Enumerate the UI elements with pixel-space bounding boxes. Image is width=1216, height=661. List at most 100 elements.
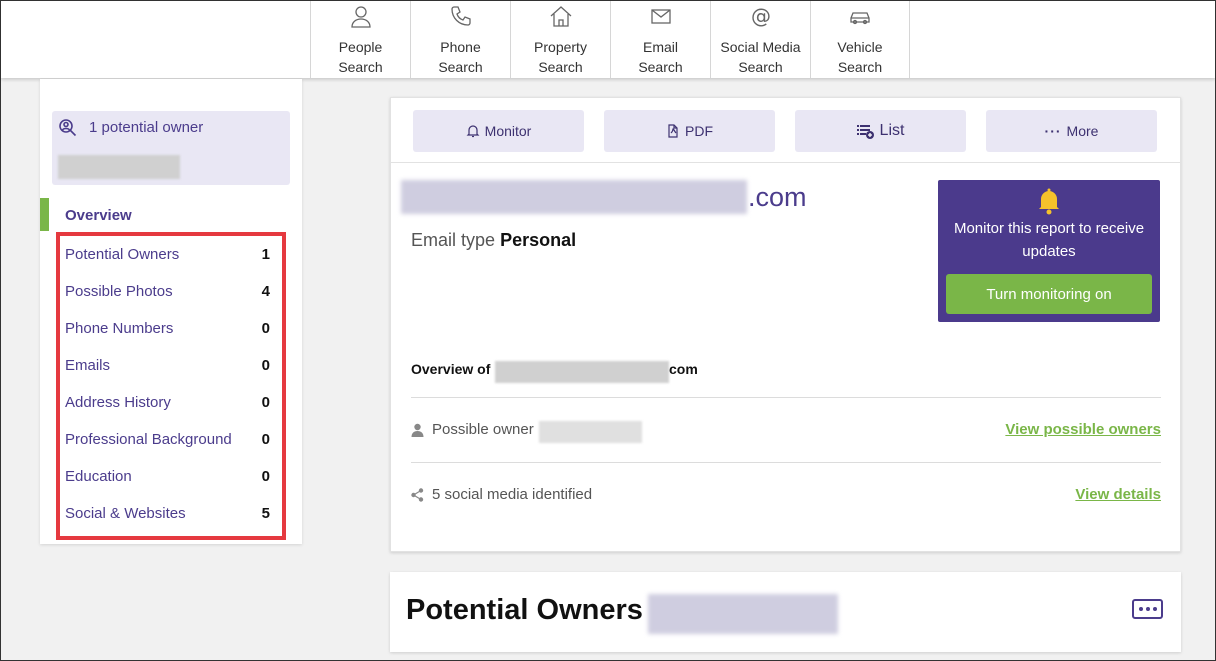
view-details-link[interactable]: View details <box>1075 486 1161 503</box>
pdf-button-label: PDF <box>685 123 713 139</box>
sidebar-item-count: 0 <box>261 467 270 485</box>
report-sidebar: 1 potential owner Overview Potential Own… <box>40 79 302 544</box>
divider <box>411 397 1161 398</box>
envelope-icon <box>650 9 671 24</box>
email-type-value: Personal <box>500 230 577 250</box>
car-icon <box>850 12 870 25</box>
ellipsis-dot <box>1152 607 1157 611</box>
phone-icon <box>450 6 471 26</box>
bell-icon <box>466 125 480 138</box>
sidebar-item-label: Address History <box>65 393 171 411</box>
share-icon <box>411 488 424 502</box>
pdf-file-icon <box>668 124 678 138</box>
active-indicator <box>40 198 49 231</box>
top-navigation: People Search Phone Search Property Sear… <box>1 1 1215 78</box>
nav-tab-social-media-search[interactable]: @ Social Media Search <box>710 1 810 78</box>
redacted-owner-name <box>58 155 180 179</box>
sidebar-item-label: Social & Websites <box>65 504 186 522</box>
potential-owner-count: 1 potential owner <box>89 119 204 136</box>
sidebar-item-label: Possible Photos <box>65 282 173 300</box>
nav-tab-label: Vehicle <box>837 39 883 55</box>
potential-owners-section: Potential Owners <box>390 572 1181 652</box>
possible-owner-row: Possible owner View possible owners <box>411 419 1161 443</box>
view-possible-owners-link[interactable]: View possible owners <box>1005 421 1161 438</box>
at-sign-icon: @ <box>751 4 771 28</box>
monitor-panel: Monitor this report to receive updates T… <box>938 180 1160 322</box>
report-toolbar: Monitor PDF List ··· More <box>391 98 1180 163</box>
nav-tab-phone-search[interactable]: Phone Search <box>410 1 510 78</box>
nav-tab-label: Search <box>738 59 783 75</box>
list-button[interactable]: List <box>795 110 966 152</box>
nav-tab-label: People <box>338 39 383 55</box>
nav-tab-label: Search <box>837 59 883 75</box>
sidebar-item-education[interactable]: Education 0 <box>65 465 270 487</box>
sidebar-item-count: 1 <box>261 245 270 263</box>
nav-tab-label: Email <box>642 39 678 55</box>
list-button-label: List <box>879 122 905 139</box>
nav-tab-label: Property <box>534 39 587 55</box>
overview-of-label: Overview of <box>411 361 491 377</box>
email-type: Email type Personal <box>411 230 576 251</box>
pdf-button[interactable]: PDF <box>604 110 775 152</box>
ellipsis-icon: ··· <box>1044 123 1062 139</box>
nav-tab-vehicle-search[interactable]: Vehicle Search <box>810 1 910 78</box>
sidebar-item-count: 0 <box>261 430 270 448</box>
nav-tab-people-search[interactable]: People Search <box>310 1 410 78</box>
possible-owner-label: Possible owner <box>432 421 534 438</box>
monitor-button-label: Monitor <box>484 123 532 139</box>
more-button-label: More <box>1066 123 1099 139</box>
turn-monitoring-on-button[interactable]: Turn monitoring on <box>946 274 1152 314</box>
sidebar-item-label: Education <box>65 467 132 485</box>
sidebar-item-count: 0 <box>261 319 270 337</box>
sidebar-item-address-history[interactable]: Address History 0 <box>65 391 270 413</box>
person-search-icon <box>59 119 77 137</box>
nav-tab-label: Search <box>438 59 483 75</box>
sidebar-item-label: Professional Background <box>65 430 232 448</box>
overview-of-suffix: com <box>669 361 698 377</box>
sidebar-item-count: 5 <box>261 504 270 522</box>
bell-icon <box>1039 188 1059 215</box>
redacted-email <box>495 361 669 383</box>
nav-tab-label: Phone <box>440 39 481 55</box>
ellipsis-dot <box>1145 607 1150 611</box>
svg-text:@: @ <box>751 4 771 28</box>
user-icon <box>411 423 424 437</box>
house-icon <box>550 6 571 27</box>
highlight-box <box>56 232 286 540</box>
sidebar-item-potential-owners[interactable]: Potential Owners 1 <box>65 243 270 265</box>
potential-owner-summary[interactable]: 1 potential owner <box>52 111 290 185</box>
social-media-row: 5 social media identified View details <box>411 484 1161 508</box>
ellipsis-dot <box>1138 607 1143 611</box>
nav-tab-label: Social Media <box>720 39 801 55</box>
nav-tab-email-search[interactable]: Email Search <box>610 1 710 78</box>
redacted-email-domain <box>401 180 747 214</box>
nav-tab-label: Search <box>538 59 583 75</box>
report-overview-card: Monitor PDF List ··· More .com Email typ… <box>390 97 1181 552</box>
sidebar-item-label: Phone Numbers <box>65 319 174 337</box>
email-domain-suffix: .com <box>748 182 807 212</box>
sidebar-item-label: Potential Owners <box>65 245 180 263</box>
section-title: Potential Owners <box>406 594 643 626</box>
monitor-panel-text: Monitor this report to receive updates <box>953 220 1145 260</box>
nav-tab-property-search[interactable]: Property Search <box>510 1 610 78</box>
section-more-button[interactable] <box>1132 599 1163 619</box>
monitor-button[interactable]: Monitor <box>413 110 584 152</box>
sidebar-item-phone-numbers[interactable]: Phone Numbers 0 <box>65 317 270 339</box>
redacted-owner-name <box>648 594 838 634</box>
sidebar-item-overview[interactable]: Overview <box>65 207 132 224</box>
sidebar-item-social-websites[interactable]: Social & Websites 5 <box>65 502 270 524</box>
social-media-count-text: 5 social media identified <box>432 486 593 503</box>
redacted-owner-name <box>539 421 642 443</box>
email-type-label: Email type <box>411 230 496 250</box>
sidebar-item-possible-photos[interactable]: Possible Photos 4 <box>65 280 270 302</box>
sidebar-item-count: 4 <box>261 282 270 300</box>
nav-tab-label: Search <box>338 59 383 75</box>
nav-tab-label: Search <box>638 59 683 75</box>
sidebar-item-professional-background[interactable]: Professional Background 0 <box>65 428 270 450</box>
sidebar-item-count: 0 <box>261 356 270 374</box>
add-to-list-icon <box>856 125 874 139</box>
person-icon <box>350 6 371 28</box>
sidebar-item-emails[interactable]: Emails 0 <box>65 354 270 376</box>
more-button[interactable]: ··· More <box>986 110 1157 152</box>
divider <box>411 462 1161 463</box>
